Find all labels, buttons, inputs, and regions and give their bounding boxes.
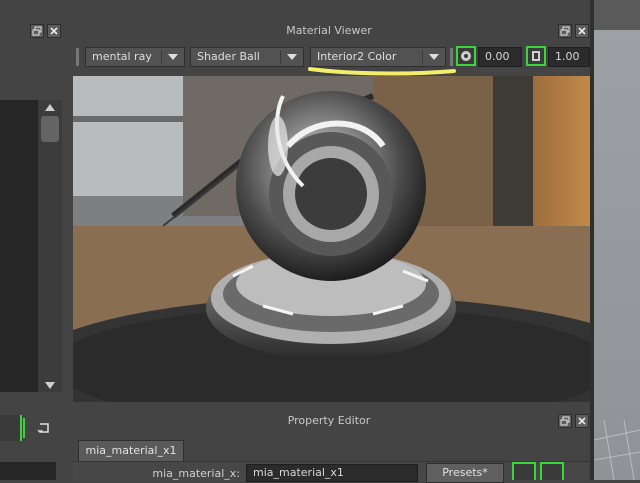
pe-input-icon[interactable]	[512, 462, 536, 480]
pe-output-icon[interactable]	[540, 462, 564, 480]
presets-button[interactable]: Presets*	[426, 463, 504, 483]
gamma-value: 1.00	[555, 50, 580, 63]
geometry-dropdown[interactable]: Shader Ball	[190, 47, 304, 67]
left-refresh-icon[interactable]	[36, 418, 54, 438]
left-tool-icon[interactable]	[0, 415, 22, 441]
exposure-value: 0.00	[485, 50, 510, 63]
material-preview-viewport[interactable]	[73, 76, 590, 402]
gamma-icon[interactable]	[526, 46, 546, 66]
exposure-field[interactable]: 0.00	[478, 47, 522, 67]
pe-close-icon[interactable]	[575, 414, 589, 428]
material-field-label: mia_material_x:	[152, 467, 240, 480]
pe-float-icon[interactable]	[558, 414, 572, 428]
left-float-icon[interactable]	[30, 24, 44, 38]
gamma-field[interactable]: 1.00	[548, 47, 590, 67]
chevron-down-icon	[168, 54, 178, 60]
left-scroll-thumb[interactable]	[41, 116, 59, 142]
shader-ball-render	[73, 76, 590, 402]
viewport-3d-strip[interactable]	[593, 0, 640, 481]
material-name-field[interactable]: mia_material_x1	[246, 464, 418, 482]
property-editor-header: Property Editor	[68, 410, 590, 432]
exposure-icon[interactable]	[456, 46, 476, 66]
environment-value: Interior2 Color	[317, 50, 397, 63]
left-bracket-icon	[23, 418, 25, 438]
chevron-down-icon	[287, 54, 297, 60]
toolbar-grip[interactable]	[76, 48, 79, 66]
scroll-up-arrow-icon[interactable]	[45, 104, 55, 111]
material-viewer-header: Material Viewer	[68, 20, 590, 42]
left-close-icon[interactable]	[47, 24, 61, 38]
material-viewer-title: Material Viewer	[286, 24, 372, 37]
renderer-value: mental ray	[92, 50, 152, 63]
scroll-down-arrow-icon[interactable]	[45, 382, 55, 389]
toolbar-separator	[450, 48, 453, 66]
tab-mia-material[interactable]: mia_material_x1	[78, 440, 184, 462]
left-bottom-field	[0, 462, 56, 480]
property-editor-title: Property Editor	[287, 414, 371, 427]
mv-float-icon[interactable]	[558, 24, 572, 38]
left-scrollbar[interactable]	[38, 100, 62, 392]
renderer-dropdown[interactable]: mental ray	[85, 47, 185, 67]
mv-close-icon[interactable]	[575, 24, 589, 38]
geometry-value: Shader Ball	[197, 50, 260, 63]
chevron-down-icon	[429, 54, 439, 60]
left-list-area[interactable]	[0, 100, 38, 392]
